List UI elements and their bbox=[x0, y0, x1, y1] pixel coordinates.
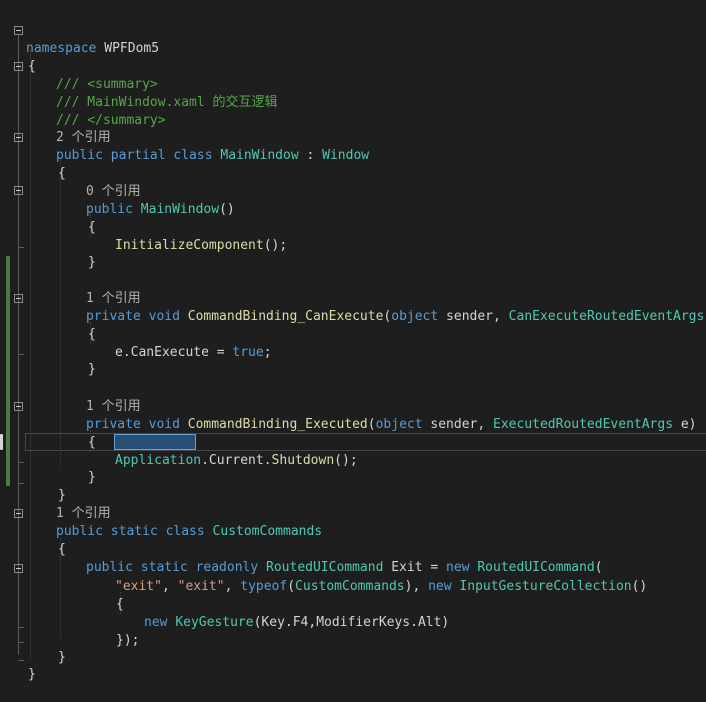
code-line-comment[interactable]: /// MainWindow.xaml 的交互逻辑 bbox=[0, 76, 706, 110]
code-line-comment[interactable]: /// <summary> bbox=[0, 58, 706, 92]
code-line-class-decl[interactable]: public static class CustomCommands bbox=[0, 505, 706, 539]
code-line-brace[interactable]: { bbox=[0, 40, 706, 74]
code-line-brace[interactable]: { bbox=[0, 147, 706, 181]
code-line-statement[interactable]: e.CanExecute = true; bbox=[0, 326, 706, 360]
code-line-brace[interactable]: } bbox=[0, 451, 706, 485]
brace: } bbox=[88, 362, 96, 377]
codelens-references[interactable]: 1 个引用 bbox=[0, 272, 706, 306]
code-line-brace[interactable]: } bbox=[0, 343, 706, 377]
code-editor[interactable]: namespace WPFDom5 { /// <summary> /// Ma… bbox=[0, 0, 706, 682]
code-line-init[interactable]: InitializeComponent(); bbox=[0, 219, 706, 253]
codelens-references[interactable]: 2 个引用 bbox=[0, 111, 706, 145]
code-line-class-decl[interactable]: public partial class MainWindow : Window bbox=[0, 129, 706, 163]
codelens-references[interactable]: 0 个引用 bbox=[0, 165, 706, 199]
code-line-namespace[interactable]: namespace WPFDom5 bbox=[0, 22, 706, 56]
code-line-statement-current[interactable]: Application.Current.Shutdown(); bbox=[0, 434, 706, 468]
code-line-method-decl[interactable]: private void CommandBinding_Executed(obj… bbox=[0, 398, 706, 432]
code-line-brace[interactable]: } bbox=[0, 469, 706, 503]
code-line-brace[interactable]: } bbox=[0, 236, 706, 270]
code-line-brace[interactable]: { bbox=[0, 201, 706, 235]
code-line-brace[interactable]: { bbox=[0, 523, 706, 557]
code-line-brace[interactable]: } bbox=[0, 648, 706, 682]
code-line-keygesture[interactable]: new KeyGesture(Key.F4,ModifierKeys.Alt) bbox=[0, 596, 706, 630]
code-line-ctor[interactable]: public MainWindow() bbox=[0, 183, 706, 217]
code-line-brace[interactable]: } bbox=[0, 631, 706, 665]
code-line-method-decl[interactable]: private void CommandBinding_CanExecute(o… bbox=[0, 290, 706, 324]
code-line-brace[interactable]: { bbox=[0, 308, 706, 342]
brace: } bbox=[28, 667, 36, 682]
code-line-brace[interactable]: { bbox=[0, 416, 706, 450]
brace: } bbox=[88, 255, 96, 270]
code-line-comment[interactable]: /// </summary> bbox=[0, 94, 706, 128]
code-line-close[interactable]: }); bbox=[0, 614, 706, 648]
codelens-references[interactable]: 1 个引用 bbox=[0, 380, 706, 414]
code-line-field-decl[interactable]: public static readonly RoutedUICommand E… bbox=[0, 541, 706, 575]
codelens-references[interactable]: 1 个引用 bbox=[0, 487, 706, 521]
code-line-brace[interactable]: { bbox=[0, 578, 706, 612]
code-line-args[interactable]: "exit", "exit", typeof(CustomCommands), … bbox=[0, 560, 706, 594]
